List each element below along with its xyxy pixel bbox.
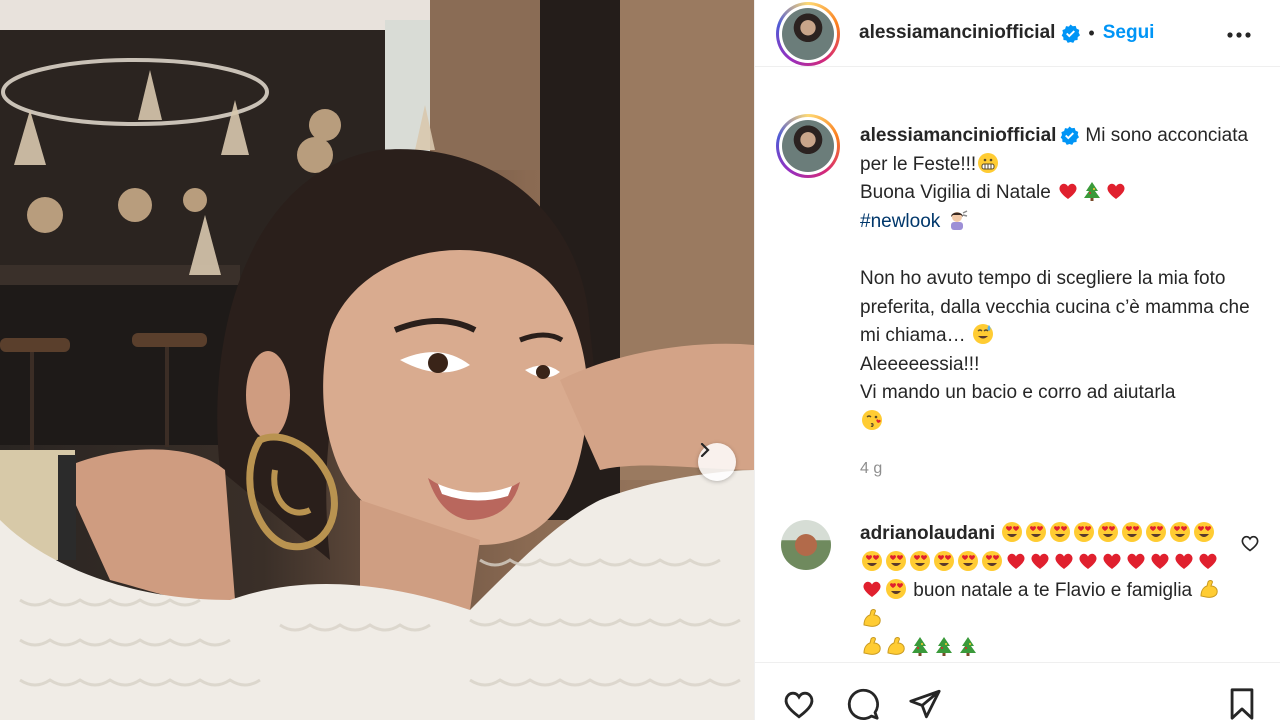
heart-eyes-emoji-icon (982, 550, 1002, 571)
grimacing-face-emoji-icon (978, 152, 999, 173)
save-bookmark-icon[interactable] (1225, 687, 1259, 720)
heart-eyes-emoji-icon (1146, 522, 1167, 542)
post-time[interactable]: 4 g (860, 460, 882, 478)
flexed-biceps-emoji-icon (863, 637, 881, 656)
red-heart-emoji-icon (863, 581, 881, 598)
comment-icon[interactable] (845, 687, 881, 720)
sweat-smile-emoji-icon (972, 324, 993, 345)
flexed-biceps-emoji-icon (1200, 580, 1219, 599)
heart-eyes-emoji-icon (910, 550, 930, 571)
heart-eyes-emoji-icon (1122, 522, 1143, 542)
red-heart-emoji-icon (1151, 553, 1169, 569)
hashtag-link[interactable]: #newlook (860, 211, 940, 232)
heart-eyes-emoji-icon (886, 550, 906, 571)
heart-eyes-emoji-icon (886, 579, 906, 600)
comment-like-icon[interactable] (1240, 533, 1260, 553)
action-bar (755, 662, 1280, 720)
caption-line-5: Vi mando un bacio e corro ad aiutarla (860, 382, 1176, 404)
heart-eyes-emoji-icon (862, 550, 882, 571)
separator-dot: • (1088, 22, 1095, 43)
follow-button[interactable]: Segui (1103, 22, 1155, 44)
caption-line-2: Buona Vigilia di Natale (860, 182, 1051, 204)
post-photo[interactable] (0, 0, 754, 720)
heart-eyes-emoji-icon (1050, 522, 1071, 542)
next-arrow-icon (700, 443, 710, 457)
christmas-tree-emoji-icon (960, 637, 976, 657)
heart-eyes-emoji-icon (958, 550, 978, 571)
post-caption: alessiamanciniofficial Mi sono acconciat… (860, 122, 1260, 437)
more-options-icon[interactable] (1226, 22, 1252, 48)
like-heart-icon[interactable] (781, 687, 817, 720)
heart-eyes-emoji-icon (1098, 522, 1119, 542)
haircut-emoji-icon (950, 210, 967, 230)
heart-eyes-emoji-icon (1002, 522, 1023, 542)
heart-eyes-emoji-icon (1026, 522, 1047, 542)
christmas-tree-emoji-icon (912, 637, 928, 657)
author-row: alessiamanciniofficial • Segui (859, 22, 1154, 44)
blowing-kiss-emoji-icon (862, 409, 882, 430)
comment-text: buon natale a te Flavio e famiglia (913, 580, 1193, 602)
red-heart-emoji-icon (1059, 183, 1077, 200)
heart-eyes-emoji-icon (1194, 522, 1215, 542)
author-username[interactable]: alessiamanciniofficial (859, 22, 1055, 44)
red-heart-emoji-icon (1103, 553, 1121, 569)
commenter-avatar[interactable] (781, 520, 831, 570)
caption-author-avatar[interactable] (776, 114, 840, 178)
verified-badge-icon (1062, 23, 1081, 43)
red-heart-emoji-icon (1107, 183, 1125, 200)
caption-username[interactable]: alessiamanciniofficial (860, 125, 1056, 146)
christmas-tree-emoji-icon (1084, 182, 1101, 202)
comment: adrianolaudani buon natale a te Flavio e… (860, 520, 1230, 663)
red-heart-emoji-icon (1127, 553, 1145, 569)
post-header: alessiamanciniofficial • Segui (755, 0, 1280, 67)
post-details-panel: alessiamanciniofficial • Segui alessiama… (754, 0, 1280, 720)
caption-line-4: Aleeeeessia!!! (860, 353, 980, 375)
flexed-biceps-emoji-icon (863, 608, 881, 627)
comment-username[interactable]: adrianolaudani (860, 523, 995, 544)
heart-eyes-emoji-icon (934, 550, 954, 571)
photo-illustration (0, 0, 754, 720)
red-heart-emoji-icon (1079, 553, 1097, 569)
christmas-tree-emoji-icon (936, 637, 952, 657)
red-heart-emoji-icon (1199, 553, 1217, 569)
red-heart-emoji-icon (1055, 553, 1073, 569)
red-heart-emoji-icon (1175, 553, 1193, 569)
caption-line-3: Non ho avuto tempo di scegliere la mia f… (860, 267, 1250, 347)
red-heart-emoji-icon (1007, 553, 1025, 569)
heart-eyes-emoji-icon (1170, 522, 1191, 542)
flexed-biceps-emoji-icon (887, 637, 905, 656)
author-avatar[interactable] (776, 2, 840, 66)
share-icon[interactable] (907, 687, 943, 720)
heart-eyes-emoji-icon (1074, 522, 1095, 542)
next-photo-button[interactable] (698, 443, 736, 481)
red-heart-emoji-icon (1031, 553, 1049, 569)
verified-badge-icon (1061, 126, 1080, 146)
